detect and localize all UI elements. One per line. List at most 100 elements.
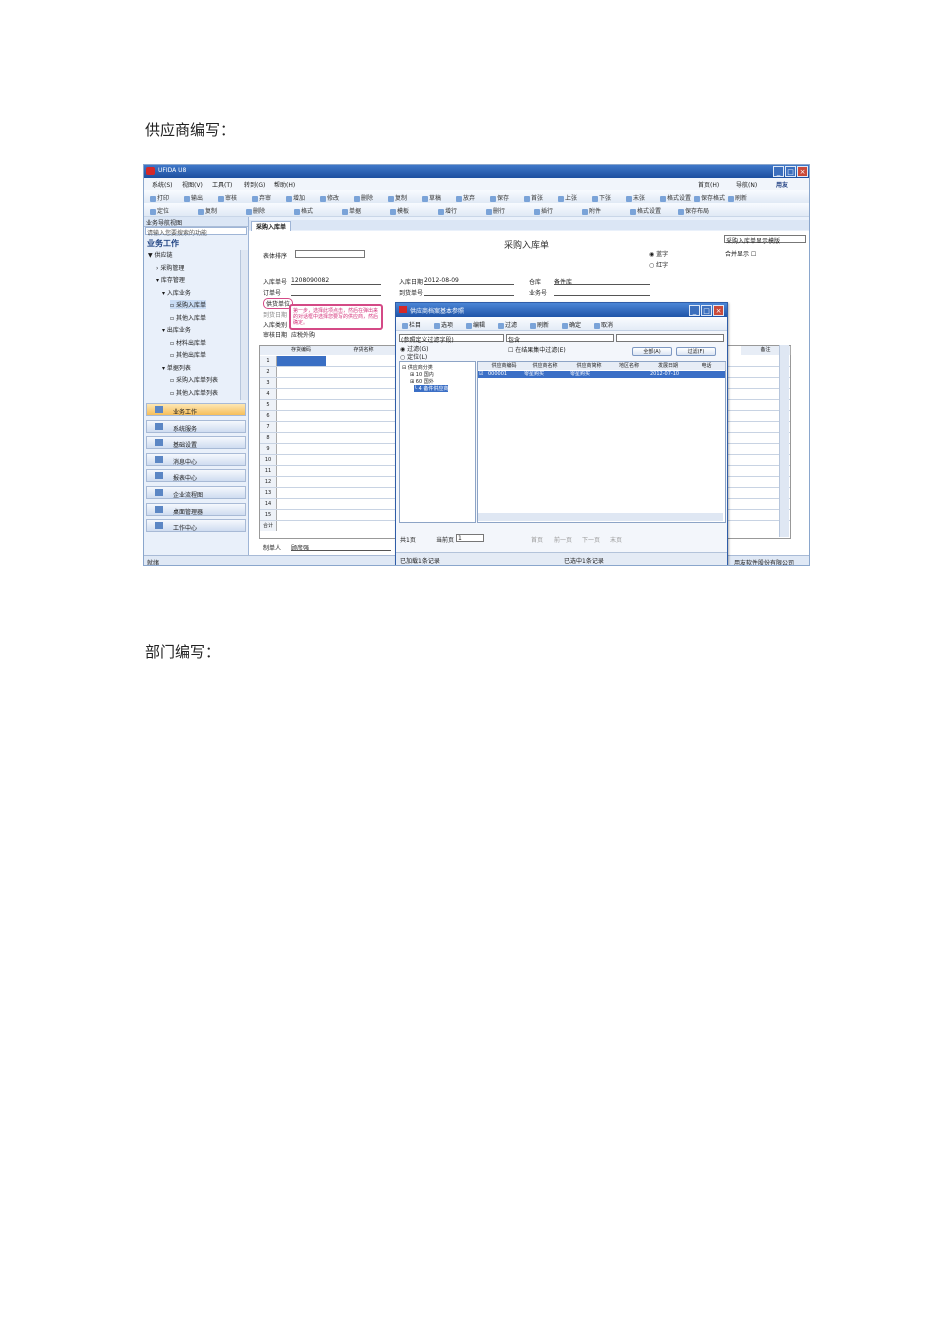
nav-button-1[interactable]: 系统服务 (146, 419, 246, 433)
dialog-tool-0[interactable]: 栏目 (402, 320, 421, 329)
first-page-button[interactable]: 首页 (531, 535, 543, 544)
supplier-grid-hscroll[interactable] (478, 513, 723, 521)
dialog-tool-6[interactable]: 取消 (594, 320, 613, 329)
toolbar-item-9[interactable]: 附件 (582, 206, 601, 215)
nav-button-7[interactable]: 工作中心 (146, 519, 246, 533)
toolbar-item-0[interactable]: 定位 (150, 206, 169, 215)
filter-value-input[interactable] (616, 334, 724, 342)
toolbar-item-1[interactable]: 输出 (184, 193, 203, 202)
nav-tree-item-7[interactable]: ▫ 材料出库单 (170, 338, 206, 347)
nav-scrollbar[interactable] (240, 250, 248, 400)
dialog-tool-5[interactable]: 确定 (562, 320, 581, 329)
nav-tree-item-3[interactable]: ▾ 入库业务 (162, 288, 191, 297)
supplier-row[interactable]: ☑ 000001 零星购买 零星购买 2012-07-10 (478, 371, 725, 378)
supplier-grid-header-2[interactable]: 供应商简称 (568, 362, 611, 370)
dialog-tool-3[interactable]: 过滤 (498, 320, 517, 329)
prev-page-button[interactable]: 前一页 (554, 535, 572, 544)
toolbar-item-6[interactable]: 增行 (438, 206, 457, 215)
dialog-maximize-button[interactable]: □ (701, 305, 712, 316)
toolbar-item-3[interactable]: 格式 (294, 206, 313, 215)
supplier-tree-node-1[interactable]: ⊞ 10 国内 (410, 371, 434, 378)
toolbar-item-2[interactable]: 审核 (218, 193, 237, 202)
nav-tree-item-9[interactable]: ▾ 单据列表 (162, 363, 191, 372)
nav-tree-item-1[interactable]: › 采购管理 (156, 263, 184, 272)
sort-select[interactable] (295, 250, 365, 258)
nav-tree-item-4[interactable]: ▫ 采购入库单 (170, 300, 206, 309)
dialog-tool-4[interactable]: 刷新 (530, 320, 549, 329)
dialog-tool-2[interactable]: 编辑 (466, 320, 485, 329)
toolbar-item-12[interactable]: 上张 (558, 193, 577, 202)
menu-help[interactable]: 帮助(H) (274, 180, 295, 189)
home-link[interactable]: 首页(H) (698, 180, 719, 189)
toolbar-item-5[interactable]: 修改 (320, 193, 339, 202)
nav-tree-item-11[interactable]: ▫ 其他入库单列表 (170, 388, 218, 397)
grid-scrollbar[interactable] (779, 345, 789, 537)
toolbar-item-2[interactable]: 删除 (246, 206, 265, 215)
merge-display[interactable]: 合并显示 ☐ (725, 249, 756, 258)
menu-tools[interactable]: 工具(T) (212, 180, 232, 189)
filter-op-select[interactable]: 包含 (506, 334, 614, 344)
toolbar-item-14[interactable]: 末张 (626, 193, 645, 202)
supplier-tree-node-3[interactable]: └ 4 备件供应商 (414, 385, 449, 392)
toolbar-item-11[interactable]: 首张 (524, 193, 543, 202)
filter-field-select[interactable]: (参照定义过滤字段) (399, 334, 504, 344)
supplier-grid-header-4[interactable]: 发展日期 (648, 362, 689, 370)
dialog-minimize-button[interactable]: _ (689, 305, 700, 316)
nav-button-2[interactable]: 基础设置 (146, 436, 246, 450)
grid-header-1[interactable]: 存货名称 (326, 346, 402, 355)
nav-tree-item-10[interactable]: ▫ 采购入库单列表 (170, 375, 218, 384)
supplier-row-check[interactable]: ☑ (479, 371, 483, 378)
dialog-close-button[interactable]: × (713, 305, 724, 316)
blue-radio[interactable]: ◉ 蓝字 (649, 249, 668, 258)
close-button[interactable]: × (797, 166, 808, 177)
supplier-tree-node-0[interactable]: ⊟ 供应商分类 (402, 364, 433, 371)
nav-button-6[interactable]: 桌面管理器 (146, 502, 246, 516)
toolbar-item-8[interactable]: 草稿 (422, 193, 441, 202)
toolbar-item-6[interactable]: 删除 (354, 193, 373, 202)
tab-purchase-receipt[interactable]: 采购入库单 (251, 221, 292, 231)
toolbar-item-3[interactable]: 弃审 (252, 193, 271, 202)
nav-button-3[interactable]: 消息中心 (146, 452, 246, 466)
supplier-grid-header-1[interactable]: 供应商名称 (522, 362, 569, 370)
supplier-grid-header-0[interactable]: 供应商编码 (486, 362, 523, 370)
supplier-grid-header-5[interactable]: 电话 (688, 362, 726, 370)
nav-button-0[interactable]: 业务工作 (146, 403, 246, 416)
toolbar-item-16[interactable]: 保存格式 (694, 193, 725, 202)
nav-button-4[interactable]: 报表中心 (146, 469, 246, 483)
nav-tree-item-5[interactable]: ▫ 其他入库单 (170, 313, 206, 322)
nav-tree-item-2[interactable]: ▾ 库存管理 (156, 275, 185, 284)
toolbar-item-4[interactable]: 单据 (342, 206, 361, 215)
radio-locate[interactable]: ○ 定位(L) (400, 352, 427, 361)
minimize-button[interactable]: _ (773, 166, 784, 177)
red-radio[interactable]: ○ 红字 (649, 260, 668, 269)
toolbar-item-10[interactable]: 格式设置 (630, 206, 661, 215)
toolbar-item-8[interactable]: 插行 (534, 206, 553, 215)
current-page-input[interactable]: 1 (456, 534, 484, 542)
toolbar-item-0[interactable]: 打印 (150, 193, 169, 202)
maximize-button[interactable]: □ (785, 166, 796, 177)
filter-button[interactable]: 过滤(F) (676, 347, 716, 356)
supplier-grid-header-3[interactable]: 地区名称 (610, 362, 649, 370)
toolbar-item-15[interactable]: 格式设置 (660, 193, 691, 202)
menu-goto[interactable]: 转到(G) (244, 180, 265, 189)
toolbar-item-9[interactable]: 放弃 (456, 193, 475, 202)
menu-view[interactable]: 视图(V) (182, 180, 203, 189)
toolbar-item-17[interactable]: 刷新 (728, 193, 747, 202)
nav-search-input[interactable]: 请输入您要搜索的功能 (145, 227, 247, 237)
supplier-tree-node-2[interactable]: ⊞ 60 国外 (410, 378, 434, 385)
toolbar-item-13[interactable]: 下张 (592, 193, 611, 202)
menu-system[interactable]: 系统(S) (152, 180, 173, 189)
nav-tree-item-0[interactable]: ▼ 供应链 (148, 250, 173, 259)
dialog-tool-1[interactable]: 选项 (434, 320, 453, 329)
toolbar-item-7[interactable]: 删行 (486, 206, 505, 215)
display-template-select[interactable]: 采购入库单显示模版 (724, 235, 806, 245)
toolbar-item-7[interactable]: 复制 (388, 193, 407, 202)
last-page-button[interactable]: 末页 (610, 535, 622, 544)
nav-link[interactable]: 导航(N) (736, 180, 757, 189)
all-button[interactable]: 全部(A) (632, 347, 672, 356)
grid-header-0[interactable]: 存货编码 (276, 346, 327, 355)
nav-tree-item-6[interactable]: ▾ 出库业务 (162, 325, 191, 334)
nav-button-5[interactable]: 企业流程图 (146, 486, 246, 499)
nav-tree-item-8[interactable]: ▫ 其他出库单 (170, 350, 206, 359)
toolbar-item-4[interactable]: 增加 (286, 193, 305, 202)
